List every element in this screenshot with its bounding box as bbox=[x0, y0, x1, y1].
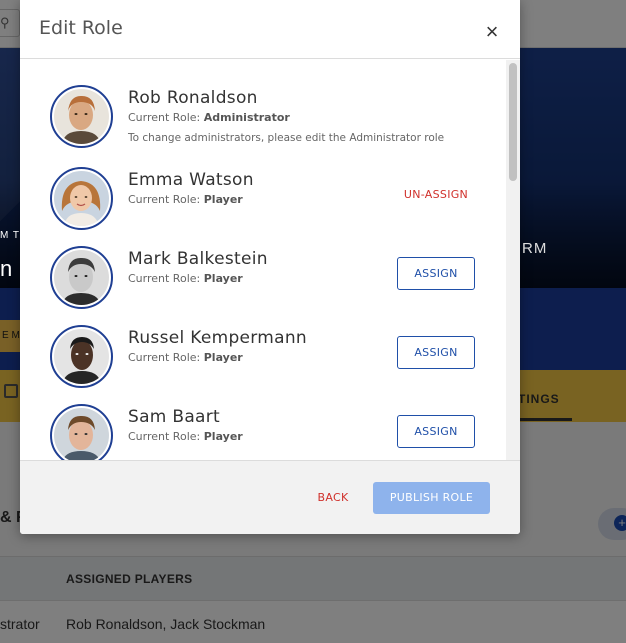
user-name: Emma Watson bbox=[128, 170, 254, 190]
list-item: Rob Ronaldson Current Role: Administrato… bbox=[20, 80, 506, 159]
unassign-button[interactable]: UN-ASSIGN bbox=[386, 178, 486, 211]
modal-header: Edit Role × bbox=[20, 0, 520, 59]
admin-note: To change administrators, please edit th… bbox=[128, 132, 445, 144]
banner-title: n bbox=[0, 256, 13, 281]
user-role: Current Role: Player bbox=[128, 430, 243, 443]
edit-role-modal: Edit Role × Rob Ronaldson Current Role: … bbox=[20, 0, 520, 534]
user-role: Current Role: Administrator bbox=[128, 111, 290, 124]
user-list: Rob Ronaldson Current Role: Administrato… bbox=[20, 60, 520, 460]
user-name: Russel Kempermann bbox=[128, 328, 308, 348]
avatar bbox=[50, 325, 113, 388]
avatar bbox=[50, 404, 113, 460]
user-name: Mark Balkestein bbox=[128, 249, 268, 269]
user-name: Rob Ronaldson bbox=[128, 88, 258, 108]
assign-button[interactable]: ASSIGN bbox=[397, 336, 475, 369]
user-role: Current Role: Player bbox=[128, 272, 243, 285]
avatar bbox=[50, 167, 113, 230]
banner-right-text: RM bbox=[522, 240, 548, 257]
back-button[interactable]: BACK bbox=[304, 483, 362, 513]
modal-title: Edit Role bbox=[39, 17, 123, 39]
assign-button[interactable]: ASSIGN bbox=[397, 415, 475, 448]
user-role: Current Role: Player bbox=[128, 351, 243, 364]
publish-role-button[interactable]: PUBLISH ROLE bbox=[373, 482, 490, 514]
scrollbar-thumb[interactable] bbox=[509, 63, 517, 181]
user-role: Current Role: Player bbox=[128, 193, 243, 206]
list-item: Mark Balkestein Current Role: Player ASS… bbox=[20, 241, 506, 320]
user-name: Sam Baart bbox=[128, 407, 221, 427]
list-item: Sam Baart Current Role: Player ASSIGN bbox=[20, 399, 506, 460]
list-item: Emma Watson Current Role: Player UN-ASSI… bbox=[20, 162, 506, 241]
close-icon[interactable]: × bbox=[482, 20, 502, 44]
avatar bbox=[50, 85, 113, 148]
modal-footer: BACK PUBLISH ROLE bbox=[20, 460, 520, 534]
list-item: Russel Kempermann Current Role: Player A… bbox=[20, 320, 506, 399]
banner-subtitle: M TE bbox=[0, 230, 28, 241]
assign-button[interactable]: ASSIGN bbox=[397, 257, 475, 290]
avatar bbox=[50, 246, 113, 309]
scrollbar[interactable] bbox=[506, 60, 520, 460]
